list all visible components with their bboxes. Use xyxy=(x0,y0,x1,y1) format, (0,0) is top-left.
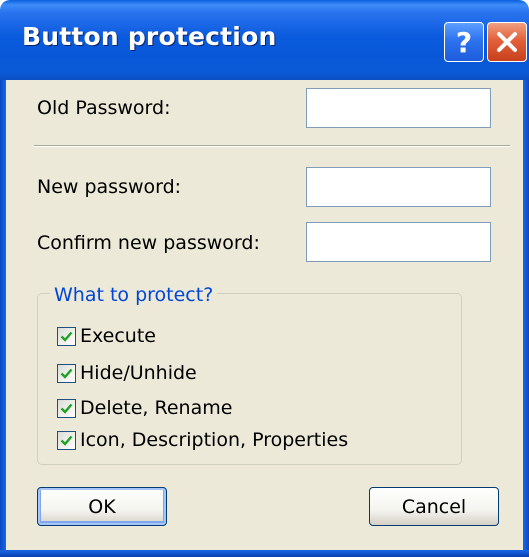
checkbox-execute[interactable]: Execute xyxy=(57,324,156,348)
checkbox-box[interactable] xyxy=(57,326,76,346)
checkbox-label: Delete, Rename xyxy=(80,397,233,419)
title-bar[interactable]: Button protection ? xyxy=(0,0,529,80)
confirm-password-label: Confirm new password: xyxy=(37,232,260,254)
checkbox-icon-description-properties[interactable]: Icon, Description, Properties xyxy=(57,428,348,452)
window-frame-right xyxy=(523,80,529,557)
window-title: Button protection xyxy=(22,22,277,51)
old-password-field[interactable] xyxy=(306,88,491,128)
separator xyxy=(34,145,510,147)
protect-group-title: What to protect? xyxy=(50,284,218,306)
checkbox-label: Hide/Unhide xyxy=(80,362,197,384)
cancel-button[interactable]: Cancel xyxy=(369,487,499,526)
confirm-password-field[interactable] xyxy=(306,222,491,262)
checkbox-box[interactable] xyxy=(57,363,76,383)
dialog-window: Button protection ? Old Password: New pa… xyxy=(0,0,529,557)
new-password-field[interactable] xyxy=(306,167,491,207)
checkbox-box[interactable] xyxy=(57,398,76,418)
ok-button[interactable]: OK xyxy=(37,487,167,526)
help-icon: ? xyxy=(455,25,473,59)
help-button[interactable]: ? xyxy=(444,22,484,62)
close-button[interactable] xyxy=(487,22,527,62)
window-frame-bottom xyxy=(0,550,529,557)
close-icon xyxy=(497,32,517,52)
checkbox-delete-rename[interactable]: Delete, Rename xyxy=(57,396,232,420)
checkmark-icon xyxy=(60,403,73,414)
checkmark-icon xyxy=(60,435,73,446)
new-password-label: New password: xyxy=(37,176,182,198)
checkmark-icon xyxy=(60,331,73,342)
old-password-label: Old Password: xyxy=(37,97,171,119)
checkmark-icon xyxy=(60,368,73,379)
checkbox-hide-unhide[interactable]: Hide/Unhide xyxy=(57,361,197,385)
checkbox-label: Icon, Description, Properties xyxy=(80,429,349,451)
checkbox-label: Execute xyxy=(80,325,156,347)
checkbox-box[interactable] xyxy=(57,430,76,450)
